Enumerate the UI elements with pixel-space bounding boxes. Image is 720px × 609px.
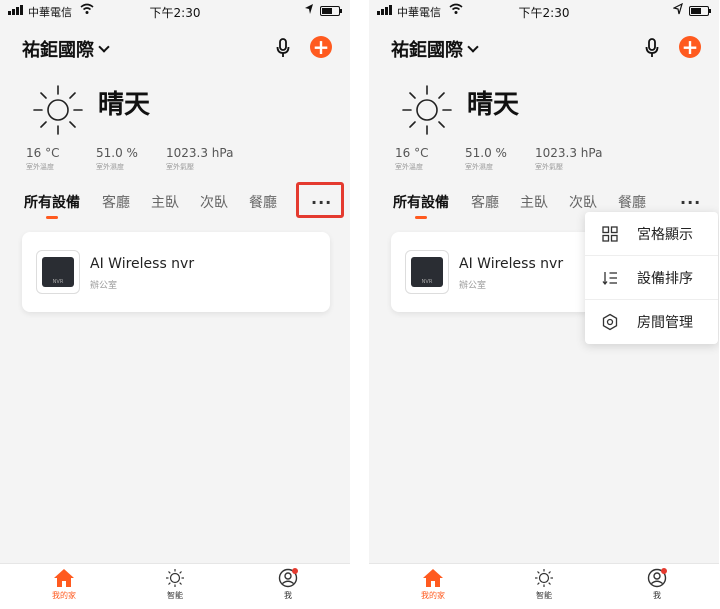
menu-item-sort-devices-label: 設備排序 [637, 270, 693, 287]
pressure-label: 室外氣壓 [535, 163, 563, 171]
nav-smart[interactable]: 智能 [145, 568, 205, 601]
temperature-label: 室外溫度 [26, 163, 54, 171]
status-bar: 中華電信 下午2:30 [0, 0, 350, 22]
device-name: AI Wireless nvr [90, 256, 195, 272]
tab-all-devices[interactable]: 所有設備 [24, 192, 80, 219]
battery-icon [320, 6, 342, 16]
location-arrow-icon [673, 3, 683, 15]
nav-me-label: 我 [653, 591, 661, 600]
status-time: 下午2:30 [518, 6, 570, 20]
microphone-icon[interactable] [276, 38, 290, 58]
tab-dining-room[interactable]: 餐廳 [249, 192, 277, 212]
menu-item-sort-devices[interactable]: 設備排序 [585, 256, 718, 300]
nvr-device-icon: NVR [405, 250, 449, 294]
home-icon [54, 569, 74, 587]
phone-screen-left: 中華電信 下午2:30 祐鉅國際 + 晴天 16 °C 室外溫度 51.0 % … [0, 0, 350, 609]
nav-me-label: 我 [284, 591, 292, 600]
device-card[interactable]: NVR AI Wireless nvr 辦公室 [22, 232, 330, 312]
sun-weather-icon [402, 85, 452, 135]
tab-all-devices[interactable]: 所有設備 [393, 192, 449, 219]
more-options-icon[interactable]: ··· [680, 193, 701, 212]
home-name: 祐鉅國際 [22, 40, 94, 61]
nav-my-home-label: 我的家 [421, 591, 445, 600]
nav-smart-label: 智能 [167, 591, 183, 600]
tab-master-bedroom[interactable]: 主臥 [151, 192, 179, 212]
device-name: AI Wireless nvr [459, 256, 564, 272]
temperature-label: 室外溫度 [395, 163, 423, 171]
chevron-down-icon [467, 41, 479, 53]
weather-condition: 晴天 [98, 90, 151, 120]
nvr-device-icon: NVR [36, 250, 80, 294]
home-name: 祐鉅國際 [391, 40, 463, 61]
tab-second-bedroom[interactable]: 次臥 [200, 192, 228, 212]
tab-living-room[interactable]: 客廳 [471, 192, 499, 212]
home-selector[interactable]: 祐鉅國際 [22, 36, 110, 62]
sort-icon [602, 271, 617, 285]
humidity-label: 室外濕度 [465, 163, 493, 171]
phone-screen-right: 中華電信 下午2:30 祐鉅國際 + 晴天 16 °C 室外溫度 51.0 % … [369, 0, 719, 609]
bottom-nav: 我的家 智能 我 [369, 563, 719, 609]
tab-living-room[interactable]: 客廳 [102, 192, 130, 212]
nvr-thumb-label: NVR [421, 279, 433, 285]
add-device-button[interactable]: + [679, 36, 701, 58]
menu-item-room-management[interactable]: 房間管理 [585, 300, 718, 344]
temperature-stat: 16 °C 室外溫度 [395, 146, 428, 172]
pressure-stat: 1023.3 hPa 室外氣壓 [166, 146, 233, 172]
highlight-box [296, 182, 344, 218]
location-arrow-icon [305, 4, 313, 14]
tab-dining-room[interactable]: 餐廳 [618, 192, 646, 212]
pressure-label: 室外氣壓 [166, 163, 194, 171]
temperature-value: 16 °C [26, 146, 60, 160]
nav-my-home-label: 我的家 [52, 591, 76, 600]
temperature-value: 16 °C [395, 146, 429, 160]
device-room: 辦公室 [90, 281, 118, 291]
nav-me[interactable]: 我 [627, 568, 687, 601]
battery-icon [689, 6, 711, 16]
temperature-stat: 16 °C 室外溫度 [26, 146, 59, 172]
profile-icon [278, 568, 298, 588]
chevron-down-icon [98, 41, 110, 53]
menu-item-grid-view-label: 宮格顯示 [637, 226, 693, 243]
nav-my-home[interactable]: 我的家 [34, 568, 94, 601]
device-room: 辦公室 [459, 281, 487, 291]
nav-me[interactable]: 我 [258, 568, 318, 601]
nav-smart[interactable]: 智能 [514, 568, 574, 601]
menu-item-grid-view[interactable]: 宮格顯示 [585, 212, 718, 256]
profile-icon [647, 568, 667, 588]
pressure-value: 1023.3 hPa [535, 146, 603, 160]
more-options-menu: 宮格顯示 設備排序 房間管理 [585, 212, 718, 344]
pressure-value: 1023.3 hPa [166, 146, 234, 160]
nvr-thumb-label: NVR [52, 279, 64, 285]
grid-icon [602, 225, 618, 242]
nav-smart-label: 智能 [536, 591, 552, 600]
menu-item-room-management-label: 房間管理 [637, 315, 693, 331]
pressure-stat: 1023.3 hPa 室外氣壓 [535, 146, 602, 172]
tab-master-bedroom[interactable]: 主臥 [520, 192, 548, 212]
sun-weather-icon [33, 85, 83, 135]
sun-icon [166, 569, 184, 587]
humidity-value: 51.0 % [96, 146, 138, 160]
microphone-icon[interactable] [645, 38, 659, 58]
sun-icon [535, 569, 553, 587]
add-device-button[interactable]: + [310, 36, 332, 58]
nav-my-home[interactable]: 我的家 [403, 568, 463, 601]
weather-condition: 晴天 [467, 90, 520, 120]
bottom-nav: 我的家 智能 我 [0, 563, 350, 609]
tab-second-bedroom[interactable]: 次臥 [569, 192, 597, 212]
humidity-label: 室外濕度 [96, 163, 124, 171]
home-icon [423, 569, 443, 587]
status-time: 下午2:30 [149, 6, 201, 20]
status-bar: 中華電信 下午2:30 [369, 0, 719, 22]
humidity-value: 51.0 % [465, 146, 507, 160]
settings-icon [602, 313, 618, 331]
home-selector[interactable]: 祐鉅國際 [391, 36, 479, 62]
humidity-stat: 51.0 % 室外濕度 [96, 146, 138, 172]
humidity-stat: 51.0 % 室外濕度 [465, 146, 507, 172]
